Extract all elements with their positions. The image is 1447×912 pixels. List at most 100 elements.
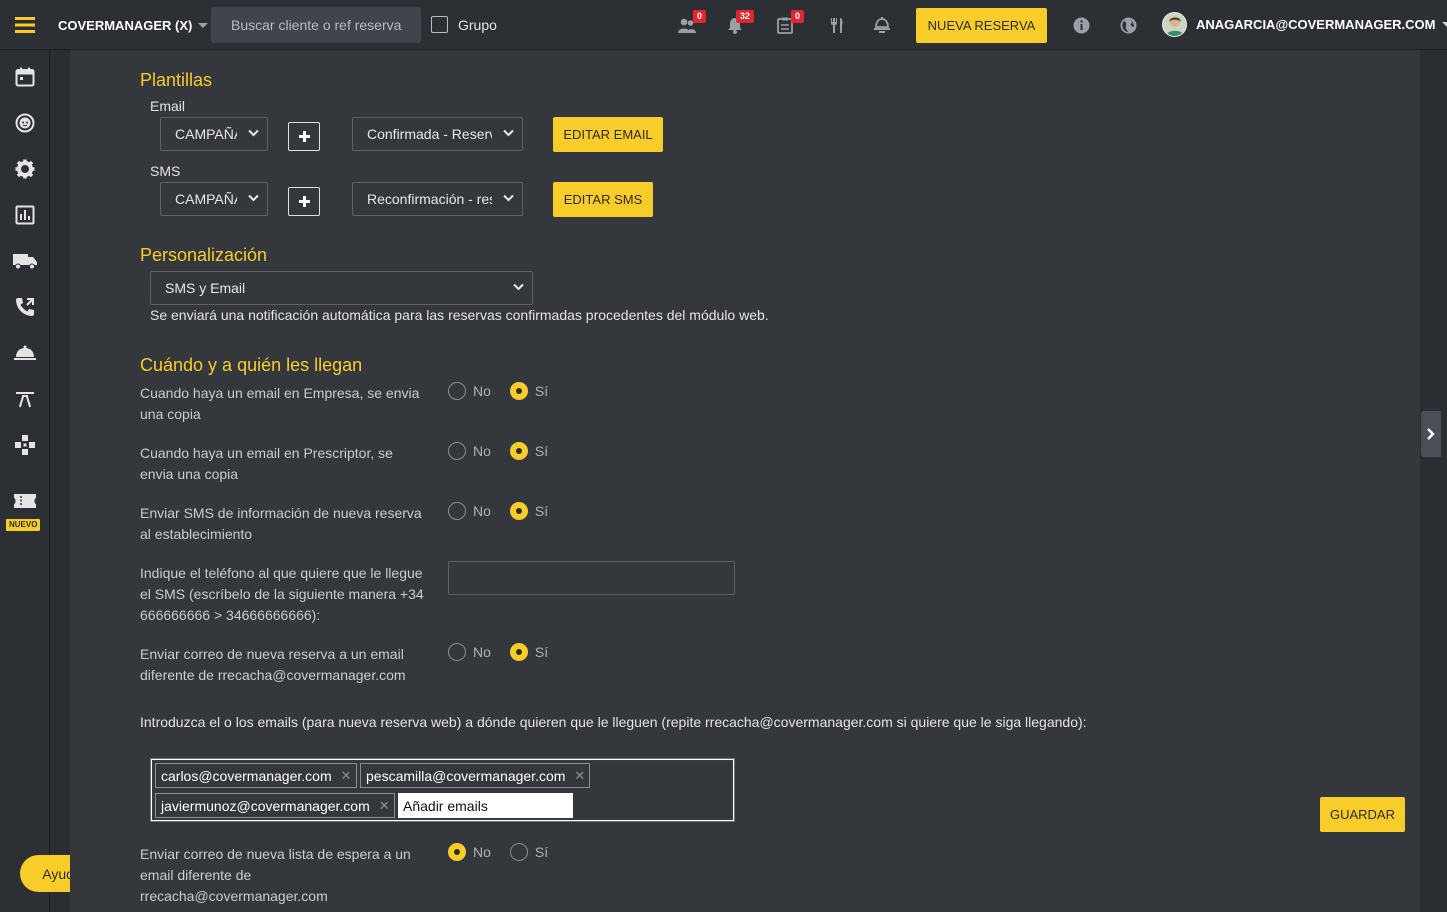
chevron-down-icon: [198, 22, 209, 28]
restaurant-name: COVERMANAGER (X): [58, 17, 193, 33]
radio-yes-label: Sí: [534, 443, 549, 459]
remove-tag-icon[interactable]: ✕: [341, 768, 352, 784]
avatar: [1162, 12, 1187, 37]
personalization-note: Se enviará una notificación automática p…: [150, 307, 769, 323]
calendar-icon[interactable]: [0, 57, 50, 97]
emails-tag-container: carlos@covermanager.com ✕ pescamilla@cove…: [152, 760, 733, 820]
email-tag: pescamilla@covermanager.com ✕: [360, 763, 591, 788]
gear-icon[interactable]: [0, 149, 50, 189]
add-email-template-button[interactable]: [288, 122, 320, 151]
radio-yes[interactable]: [509, 843, 528, 861]
personalization-select[interactable]: SMS y Email: [150, 271, 533, 305]
cloche-icon[interactable]: [0, 333, 50, 373]
sms-campaign-select[interactable]: CAMPAÑA: [160, 182, 268, 216]
chevron-down-icon: [248, 129, 259, 137]
add-sms-template-button[interactable]: [288, 187, 320, 216]
new-reservation-button[interactable]: NUEVA RESERVA: [916, 8, 1047, 43]
sms-label: SMS: [150, 163, 181, 179]
sms-template-select[interactable]: Reconfirmación - reserva: [352, 182, 523, 216]
email-template-select[interactable]: Confirmada - Reserva: [352, 117, 523, 151]
email-tag-label: pescamilla@covermanager.com: [366, 767, 566, 784]
ticket-icon[interactable]: [0, 481, 50, 521]
edit-sms-button[interactable]: EDITAR SMS: [553, 182, 653, 217]
info-icon[interactable]: [1066, 10, 1096, 40]
chevron-right-icon: [1427, 428, 1435, 440]
tasks-badge: 0: [790, 10, 804, 23]
plus-icon: [298, 131, 310, 142]
hand-bell-icon[interactable]: [867, 10, 897, 40]
radio-no-label: No: [473, 503, 491, 519]
personalization-title: Personalización: [140, 245, 268, 265]
radio-yes[interactable]: [509, 382, 528, 400]
company-copy-radio-group: No Sí: [448, 382, 548, 400]
radio-no[interactable]: [448, 643, 466, 661]
truck-icon[interactable]: [0, 241, 50, 281]
bell-icon[interactable]: 32: [720, 10, 754, 40]
radio-yes-label: Sí: [534, 844, 549, 860]
email-tag-label: javiermunoz@covermanager.com: [161, 797, 370, 814]
sms-establishment-radio-group: No Sí: [448, 502, 548, 520]
radio-no-label: No: [473, 383, 491, 399]
menu-icon[interactable]: [0, 0, 50, 50]
plus-icon: [298, 196, 310, 207]
email-tag: carlos@covermanager.com ✕: [155, 763, 357, 788]
radio-no[interactable]: [448, 382, 466, 400]
email-campaign-value: CAMPAÑA: [175, 126, 237, 142]
radio-yes[interactable]: [509, 442, 528, 460]
email-tag: javiermunoz@covermanager.com ✕: [155, 793, 395, 818]
gamepad-icon[interactable]: [0, 425, 50, 465]
radio-yes[interactable]: [509, 643, 528, 661]
email-tag-label: carlos@covermanager.com: [161, 767, 332, 784]
radio-yes-label: Sí: [534, 503, 549, 519]
chevron-down-icon: [503, 194, 514, 202]
user-email: ANAGARCIA@COVERMANAGER.COM: [1196, 17, 1436, 32]
sms-campaign-value: CAMPAÑA: [175, 191, 237, 207]
sms-phone-input[interactable]: [448, 561, 735, 595]
radio-yes[interactable]: [509, 502, 528, 520]
cutlery-icon[interactable]: [822, 10, 852, 40]
prescriber-copy-radio-group: No Sí: [448, 442, 548, 460]
radio-yes-label: Sí: [534, 383, 549, 399]
radio-no[interactable]: [448, 843, 466, 861]
chevron-down-icon: [503, 129, 514, 137]
search-input[interactable]: [211, 7, 421, 43]
question-sms-establishment: Enviar SMS de información de nueva reser…: [140, 505, 422, 542]
email-label: Email: [150, 98, 186, 114]
grupo-checkbox[interactable]: [431, 16, 448, 33]
personalization-value: SMS y Email: [165, 280, 246, 296]
radio-no-label: No: [473, 844, 491, 860]
alt-email-radio-group: No Sí: [448, 643, 548, 661]
radio-no[interactable]: [448, 502, 466, 520]
email-campaign-select[interactable]: CAMPAÑA: [160, 117, 268, 151]
question-sms-phone: Indique el teléfono al que quiere que le…: [140, 565, 424, 623]
save-button[interactable]: GUARDAR: [1320, 797, 1405, 832]
notifications-badge: 32: [735, 10, 754, 23]
chevron-down-icon: [513, 283, 524, 291]
user-menu[interactable]: ANAGARCIA@COVERMANAGER.COM: [1162, 12, 1447, 37]
tasks-icon[interactable]: 0: [770, 10, 804, 40]
emails-intro: Introduzca el o los emails (para nueva r…: [140, 714, 1087, 730]
expand-panel-button[interactable]: [1421, 411, 1441, 457]
remove-tag-icon[interactable]: ✕: [574, 768, 585, 784]
phone-icon[interactable]: [0, 287, 50, 327]
groups-icon[interactable]: 0: [672, 10, 706, 40]
restaurant-selector[interactable]: COVERMANAGER (X): [58, 0, 209, 50]
radio-yes-label: Sí: [534, 644, 549, 660]
radio-no-label: No: [473, 443, 491, 459]
grupo-label: Grupo: [458, 16, 497, 33]
templates-title: Plantillas: [140, 70, 213, 90]
add-emails-input[interactable]: [398, 793, 573, 818]
face-icon[interactable]: [0, 103, 50, 143]
edit-email-button[interactable]: EDITAR EMAIL: [553, 117, 663, 152]
globe-icon[interactable]: [1113, 10, 1143, 40]
groups-badge: 0: [692, 10, 706, 23]
table-icon[interactable]: [0, 379, 50, 419]
waitlist-email-radio-group: No Sí: [448, 843, 548, 861]
grupo-toggle[interactable]: Grupo: [431, 16, 497, 33]
chevron-down-icon: [1442, 22, 1447, 27]
remove-tag-icon[interactable]: ✕: [379, 798, 390, 814]
delivery-title: Cuándo y a quién les llegan: [140, 355, 363, 375]
chart-icon[interactable]: [0, 195, 50, 235]
emails-tag-input[interactable]: carlos@covermanager.com ✕ pescamilla@cove…: [150, 758, 735, 822]
radio-no[interactable]: [448, 442, 466, 460]
